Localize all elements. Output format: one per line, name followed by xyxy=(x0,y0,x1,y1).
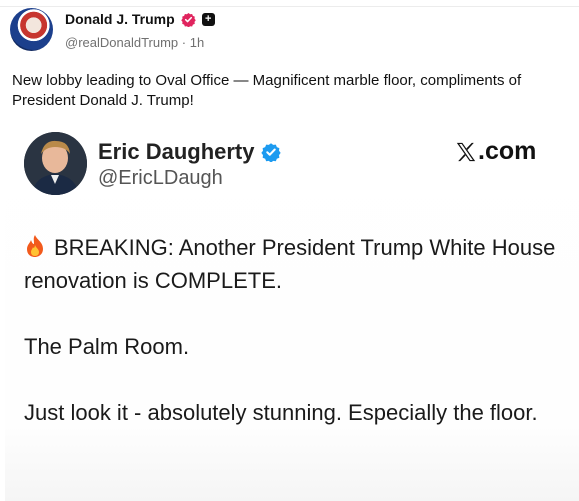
x-com-watermark: .com xyxy=(455,137,536,166)
embed-author-handle: @EricLDaugh xyxy=(98,167,223,189)
author-name-row: Donald J. Trump + xyxy=(65,11,215,27)
x-com-text: .com xyxy=(478,137,537,165)
author-handle-row: @realDonaldTrump · 1h xyxy=(65,35,204,50)
author-handle[interactable]: @realDonaldTrump xyxy=(65,35,178,50)
top-divider xyxy=(0,6,579,7)
embed-avatar xyxy=(24,132,87,195)
dot-separator: · xyxy=(181,35,187,50)
avatar[interactable] xyxy=(10,8,53,51)
embed-author-name: Eric Daugherty xyxy=(98,139,255,164)
author-display-name[interactable]: Donald J. Trump xyxy=(65,11,175,27)
embedded-screenshot[interactable]: Eric Daugherty @EricLDaugh .com BREAKING… xyxy=(5,117,579,501)
verified-badge-icon xyxy=(180,12,196,27)
fire-emoji-icon xyxy=(27,235,43,257)
verified-badge-icon xyxy=(260,143,281,162)
embed-paragraph-text: BREAKING: Another President Trump White … xyxy=(24,235,556,293)
embed-paragraph: BREAKING: Another President Trump White … xyxy=(24,231,569,297)
embed-body: BREAKING: Another President Trump White … xyxy=(24,231,569,462)
embed-name-row: Eric Daugherty xyxy=(98,139,281,165)
post-text: New lobby leading to Oval Office — Magni… xyxy=(12,72,522,109)
affiliate-badge-icon: + xyxy=(201,12,215,26)
embed-paragraph: The Palm Room. xyxy=(24,334,190,359)
embed-paragraph: Just look it - absolutely stunning. Espe… xyxy=(24,400,538,425)
post-timestamp[interactable]: 1h xyxy=(190,35,204,50)
x-logo-icon xyxy=(456,142,476,161)
